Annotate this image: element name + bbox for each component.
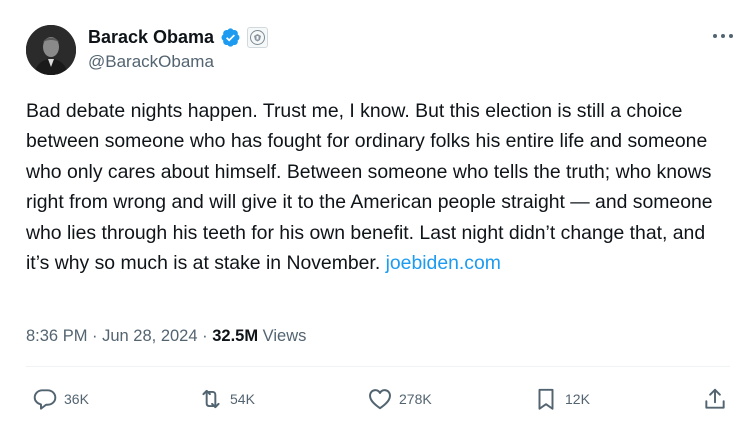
tweet-date[interactable]: Jun 28, 2024 (102, 327, 197, 345)
avatar[interactable] (26, 25, 76, 75)
heart-icon (369, 389, 391, 410)
meta-separator-2: · (197, 327, 213, 345)
repost-count: 54K (230, 391, 255, 407)
author-handle[interactable]: @BarackObama (88, 51, 214, 73)
author-display-name[interactable]: Barack Obama (88, 26, 214, 48)
meta-separator: · (87, 327, 103, 345)
bookmark-count: 12K (565, 391, 590, 407)
tweet-time[interactable]: 8:36 PM (26, 327, 87, 345)
avatar-image (26, 25, 76, 75)
share-button[interactable] (702, 384, 728, 414)
tweet-card: Barack Obama @BarackObama Bad debate nig… (0, 0, 749, 431)
tweet-link[interactable]: joebiden.com (386, 252, 501, 274)
tweet-text: Bad debate nights happen. Trust me, I kn… (26, 96, 731, 278)
repost-icon (202, 389, 220, 409)
reply-count: 36K (64, 391, 89, 407)
more-options-button[interactable] (708, 27, 738, 45)
verified-badge-icon[interactable] (220, 27, 241, 48)
repost-button[interactable]: 54K (198, 384, 255, 414)
divider (26, 366, 730, 367)
bookmark-button[interactable]: 12K (533, 384, 590, 414)
tweet-meta: 8:36 PM · Jun 28, 2024 · 32.5M Views (26, 325, 306, 347)
like-button[interactable]: 278K (367, 384, 432, 414)
like-count: 278K (399, 391, 432, 407)
views-label: Views (258, 327, 307, 345)
share-icon (705, 388, 725, 409)
us-seal-icon[interactable] (247, 26, 269, 48)
views-count: 32.5M (212, 327, 259, 345)
action-bar: 36K 54K 278K 12K (0, 384, 749, 414)
tweet-body: Bad debate nights happen. Trust me, I kn… (26, 100, 713, 275)
more-dots-icon (713, 34, 733, 38)
reply-button[interactable]: 36K (32, 384, 89, 414)
author-name-row: Barack Obama (88, 25, 269, 49)
reply-icon (33, 389, 57, 410)
bookmark-icon (538, 388, 554, 410)
